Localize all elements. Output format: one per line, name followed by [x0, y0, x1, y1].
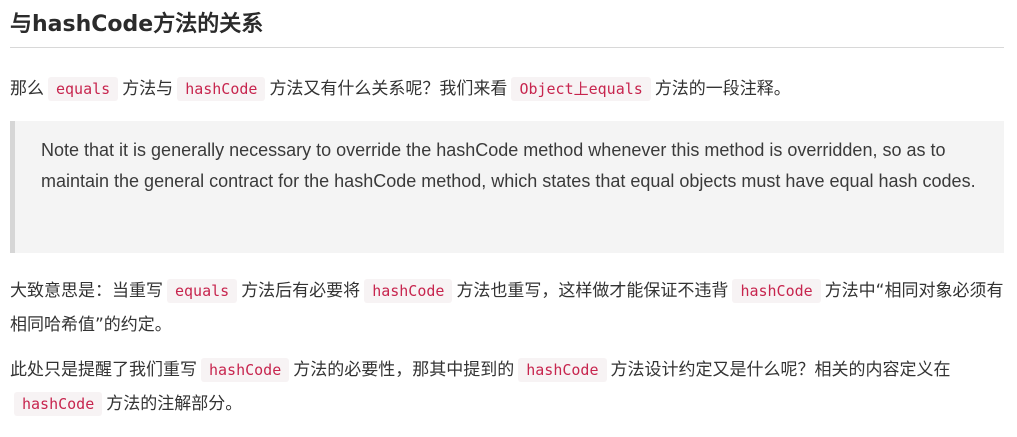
inline-code: equals — [167, 279, 238, 303]
section-title: 与hashCode方法的关系 — [10, 0, 1004, 48]
quote-block: Note that it is generally necessary to o… — [10, 121, 1004, 253]
inline-code: hashCode — [14, 392, 103, 416]
inline-code: hashCode — [177, 77, 266, 101]
paragraph-reminder: 此处只是提醒了我们重写 hashCode 方法的必要性，那其中提到的 hashCode… — [10, 353, 1004, 421]
paragraph-explanation: 大致意思是：当重写 equals 方法后有必要将 hashCode 方法也重写，这样做才… — [10, 274, 1004, 342]
text-fragment: 方法又有什么关系呢？我们来看 — [269, 79, 508, 99]
inline-code: equals — [48, 77, 119, 101]
text-fragment: 方法后有必要将 — [241, 281, 361, 301]
paragraph-intro: 那么 equals 方法与 hashCode 方法又有什么关系呢？我们来看 Object上… — [10, 72, 1004, 106]
text-fragment: 此处只是提醒了我们重写 — [10, 360, 197, 380]
text-fragment: 方法的注解部分。 — [106, 394, 243, 414]
text-fragment: 方法的一段注释。 — [654, 79, 791, 99]
inline-code: Object上equals — [511, 77, 651, 101]
text-fragment: 方法也重写，这样做才能保证不违背 — [456, 281, 729, 301]
inline-code: hashCode — [518, 358, 607, 382]
text-fragment: 方法的必要性，那其中提到的 — [293, 360, 515, 380]
inline-code: hashCode — [201, 358, 290, 382]
text-fragment: 方法设计约定又是什么呢？相关的内容定义在 — [610, 360, 951, 380]
article-content: 与hashCode方法的关系 那么 equals 方法与 hashCode 方法又有什么… — [10, 0, 1004, 421]
text-fragment: 方法与 — [122, 79, 174, 99]
text-fragment: 那么 — [10, 79, 44, 99]
inline-code: hashCode — [732, 279, 821, 303]
inline-code: hashCode — [364, 279, 453, 303]
text-fragment: 大致意思是：当重写 — [10, 281, 163, 301]
